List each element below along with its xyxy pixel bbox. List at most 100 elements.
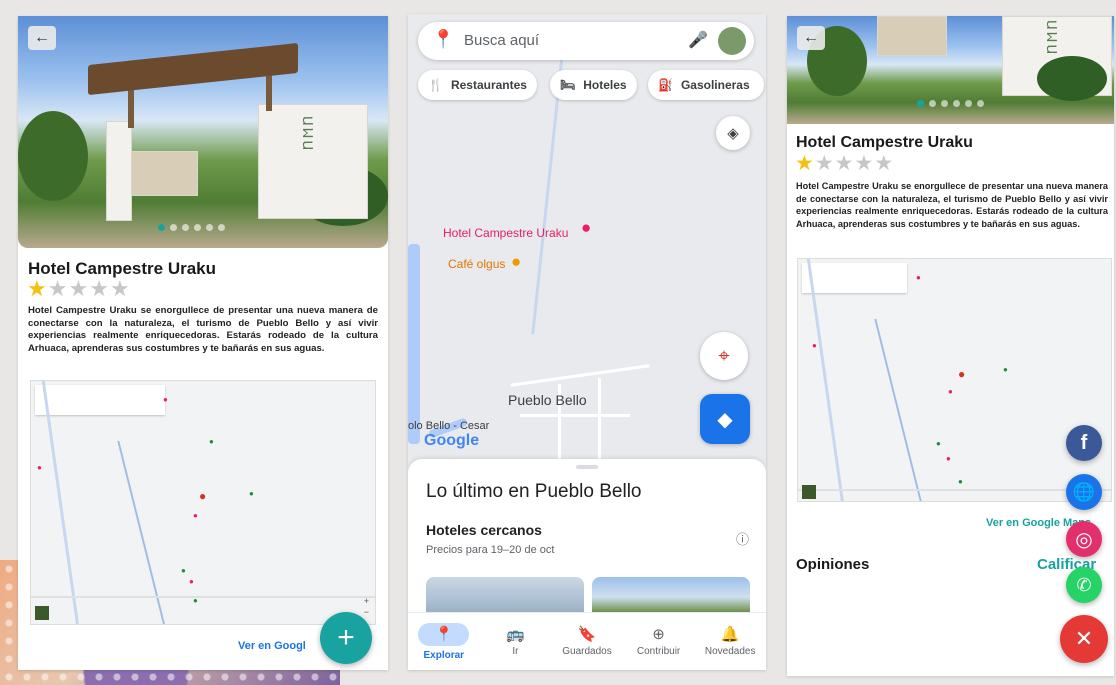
star-icon[interactable]: ★ bbox=[815, 153, 834, 174]
hotel-detail-screen: ᥙᥕᥙ ← Hotel Campestre Uraku ★ ★ ★ ★ ★ Hotel … bbox=[18, 16, 388, 670]
nav-updates[interactable]: 🔔 Novedades bbox=[694, 613, 766, 670]
bookmark-icon: 🔖 bbox=[577, 625, 597, 643]
star-icon[interactable]: ★ bbox=[48, 278, 68, 300]
back-button[interactable]: ← bbox=[28, 26, 56, 50]
place-pin-icon: ● bbox=[948, 387, 953, 396]
town-cesar-label[interactable]: olo Bello - Cesar bbox=[408, 420, 489, 432]
nav-contribute[interactable]: ⊕ Contribuir bbox=[623, 613, 695, 670]
globe-icon: 🌐 bbox=[1072, 481, 1096, 502]
hotel-map-label[interactable]: Hotel Campestre Uraku bbox=[443, 226, 568, 240]
google-maps-screen: ● Hotel Campestre Uraku ● Café olgus Pue… bbox=[408, 14, 766, 670]
carousel-dot[interactable] bbox=[158, 224, 165, 231]
cafe-pin-icon[interactable]: ● bbox=[511, 252, 521, 272]
carousel-dot[interactable] bbox=[182, 224, 189, 231]
add-fab[interactable]: + bbox=[320, 612, 372, 664]
plus-icon: + bbox=[337, 621, 355, 654]
directions-button[interactable]: ◆ bbox=[700, 394, 750, 444]
bed-icon: 🛏 bbox=[560, 78, 576, 92]
carousel-dot[interactable] bbox=[965, 100, 972, 107]
hotel-photo[interactable]: ᥙᥕᥙ ← bbox=[787, 16, 1114, 124]
arrow-left-icon: ← bbox=[803, 29, 819, 46]
embedded-map[interactable]: ● ● ● ● ● ● ● ● ● + − bbox=[30, 380, 376, 625]
carousel-dot[interactable] bbox=[953, 100, 960, 107]
search-bar[interactable]: 📍 Busca aquí 🎤 bbox=[418, 22, 754, 60]
star-icon[interactable]: ★ bbox=[874, 153, 893, 174]
carousel-dot[interactable] bbox=[977, 100, 984, 107]
section-subtitle: Precios para 19–20 de oct bbox=[426, 544, 555, 556]
facebook-icon: f bbox=[1080, 431, 1088, 454]
bottom-navigation: 📍 Explorar 🚌 Ir 🔖 Guardados ⊕ Contribuir 🔔 No… bbox=[408, 612, 766, 670]
town-map-label[interactable]: Pueblo Bello bbox=[508, 392, 587, 408]
avatar[interactable] bbox=[718, 27, 746, 55]
hotel-pin-icon[interactable]: ● bbox=[958, 367, 965, 381]
place-pin-icon: ● bbox=[1003, 365, 1008, 374]
close-icon: ✕ bbox=[1074, 626, 1094, 651]
opinions-heading: Opiniones bbox=[796, 556, 870, 573]
info-icon[interactable]: ⓘ bbox=[736, 529, 749, 548]
star-icon[interactable]: ★ bbox=[89, 278, 109, 300]
carousel-dot[interactable] bbox=[170, 224, 177, 231]
place-pin-icon: ● bbox=[189, 577, 194, 586]
nav-explore[interactable]: 📍 Explorar bbox=[408, 613, 480, 670]
place-pin-icon: ● bbox=[936, 439, 941, 448]
nav-saved[interactable]: 🔖 Guardados bbox=[551, 613, 623, 670]
carousel-dot[interactable] bbox=[218, 224, 225, 231]
map-thumbnail bbox=[802, 485, 816, 499]
pin-icon: 📍 bbox=[418, 622, 470, 646]
star-icon[interactable]: ★ bbox=[835, 153, 854, 174]
maps-pin-logo-icon: 📍 bbox=[432, 29, 455, 49]
website-button[interactable]: 🌐 bbox=[1066, 474, 1102, 510]
star-icon[interactable]: ★ bbox=[27, 278, 47, 300]
hotel-photo[interactable]: ᥙᥕᥙ ← bbox=[18, 16, 388, 248]
instagram-icon: ◎ bbox=[1075, 528, 1093, 551]
commute-icon: 🚌 bbox=[506, 625, 525, 643]
star-icon[interactable]: ★ bbox=[68, 278, 88, 300]
star-icon[interactable]: ★ bbox=[854, 153, 873, 174]
embedded-map[interactable]: ● ● ● ● ● ● ● ● bbox=[797, 258, 1112, 502]
instagram-button[interactable]: ◎ bbox=[1066, 521, 1102, 557]
microphone-icon[interactable]: 🎤 bbox=[688, 30, 708, 50]
carousel-dot[interactable] bbox=[917, 100, 924, 107]
my-location-button[interactable]: ⌖ bbox=[700, 332, 748, 380]
place-pin-icon: ● bbox=[249, 489, 254, 498]
star-icon[interactable]: ★ bbox=[110, 278, 130, 300]
rating-stars[interactable]: ★ ★ ★ ★ ★ bbox=[27, 278, 130, 300]
carousel-dot[interactable] bbox=[206, 224, 213, 231]
close-button[interactable]: ✕ bbox=[1060, 615, 1108, 663]
nav-go[interactable]: 🚌 Ir bbox=[480, 613, 552, 670]
map-link[interactable]: Ver en Googl bbox=[238, 640, 306, 652]
chip-hotels[interactable]: 🛏 Hoteles bbox=[550, 70, 637, 100]
map-info-card[interactable] bbox=[802, 263, 907, 293]
place-pin-icon: ● bbox=[181, 566, 186, 575]
place-pin-icon: ● bbox=[812, 341, 817, 350]
whatsapp-button[interactable]: ✆ bbox=[1066, 567, 1102, 603]
facebook-button[interactable]: f bbox=[1066, 425, 1102, 461]
carousel-dot[interactable] bbox=[941, 100, 948, 107]
star-icon[interactable]: ★ bbox=[795, 153, 814, 174]
hotel-pin-icon[interactable]: ● bbox=[199, 489, 206, 503]
hotel-pin-icon[interactable]: ● bbox=[581, 218, 591, 238]
map-info-card[interactable] bbox=[35, 385, 165, 415]
carousel-dots bbox=[917, 100, 984, 107]
sheet-heading: Lo último en Pueblo Bello bbox=[426, 481, 642, 502]
place-pin-icon: ● bbox=[916, 273, 921, 282]
uraku-logo: ᥙᥕᥙ bbox=[1042, 20, 1063, 57]
carousel-dot[interactable] bbox=[929, 100, 936, 107]
chip-restaurants[interactable]: 🍴 Restaurantes bbox=[418, 70, 537, 100]
layers-button[interactable]: ◈ bbox=[716, 116, 750, 150]
place-pin-icon: ● bbox=[163, 395, 168, 404]
sheet-handle[interactable] bbox=[576, 465, 598, 469]
cafe-map-label[interactable]: Café olgus bbox=[448, 257, 505, 271]
fork-knife-icon: 🍴 bbox=[428, 78, 443, 92]
uraku-logo: ᥙᥕᥙ bbox=[298, 116, 319, 153]
chip-gas-stations[interactable]: ⛽ Gasolineras bbox=[648, 70, 764, 100]
place-pin-icon: ● bbox=[209, 437, 214, 446]
search-placeholder[interactable]: Busca aquí bbox=[464, 32, 539, 49]
zoom-controls[interactable]: + − bbox=[364, 596, 369, 618]
carousel-dot[interactable] bbox=[194, 224, 201, 231]
rating-stars[interactable]: ★ ★ ★ ★ ★ bbox=[795, 153, 893, 174]
hotel-detail-scrolled-screen: ᥙᥕᥙ ← Hotel Campestre Uraku ★ ★ ★ ★ ★ Hotel … bbox=[787, 16, 1114, 676]
hotel-title: Hotel Campestre Uraku bbox=[796, 134, 973, 151]
back-button[interactable]: ← bbox=[797, 26, 825, 50]
place-pin-icon: ● bbox=[946, 454, 951, 463]
